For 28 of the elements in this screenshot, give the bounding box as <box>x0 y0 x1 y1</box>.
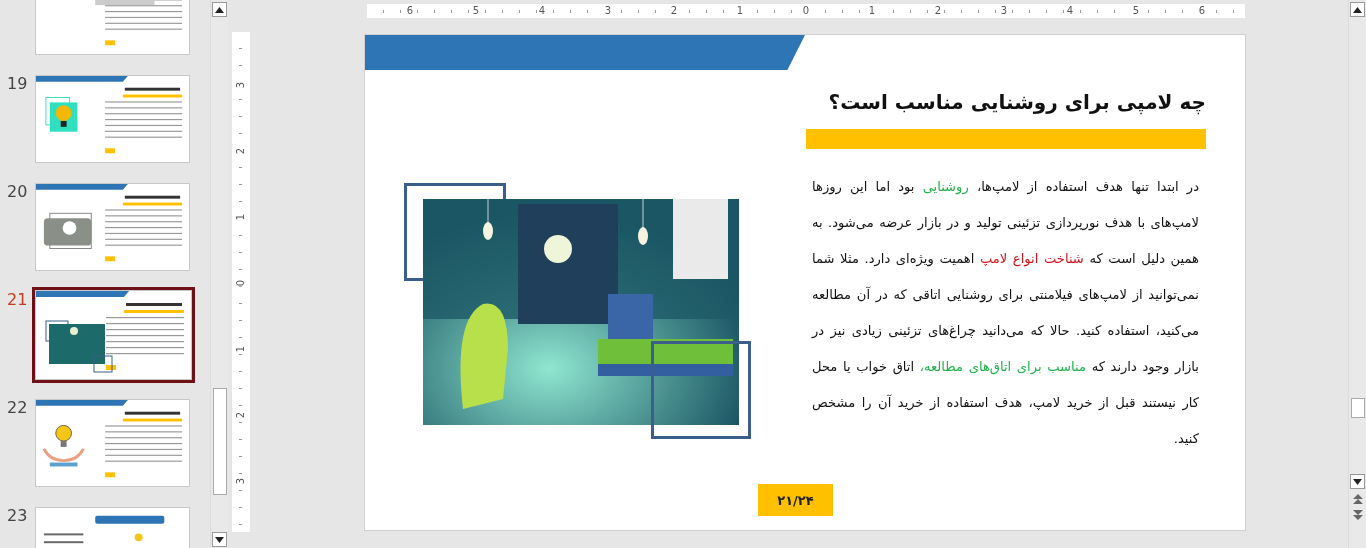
next-slide-icon[interactable] <box>1351 509 1364 521</box>
ruler-label: 2 <box>236 411 246 419</box>
ruler-label: 1 <box>236 345 246 353</box>
slide-number: 23 <box>7 506 28 525</box>
scrollbar-thumb[interactable] <box>213 388 227 495</box>
ruler-label: 1 <box>236 213 246 221</box>
ruler-label: 2 <box>236 147 246 155</box>
scroll-up-button[interactable] <box>1350 2 1365 17</box>
scroll-down-button[interactable] <box>1350 474 1365 489</box>
ruler-label: 3 <box>236 81 246 89</box>
page-number: ۲۱/۲۴ <box>758 484 833 516</box>
ruler-label: 0 <box>236 279 246 287</box>
scroll-up-icon <box>215 6 224 13</box>
scroll-down-button[interactable] <box>212 532 227 547</box>
slide-number: 20 <box>7 182 28 201</box>
slide-number: 21 <box>7 290 28 309</box>
body-paragraph: در ابتدا تنها هدف استفاده از لامپ‌ها، روشنایی بود اما این روزها لامپ‌های با هدف نورپردازی تزئینی تولید و در بازار عرضه می‌شود. به همین دلیل است که شناخت انواع لامپ اهمیت ویژه‌ای دارد. مثلا شما نمی‌توانید از لامپ‌های فیلامنتی برای روشنایی اتاقی که در آن مطالعه می‌کنید، استفاده کنید. حالا که می‌دانید چراغ‌های تزئینی زیادی نیز در بازار وجود دارند که مناسب برای اتاق‌های مطالعه، اتاق خواب یا محل کار نیستند قبل از خرید لامپ، هدف استفاده از خرید آن را مشخص کنید. <box>810 178 1200 448</box>
previous-slide-icon[interactable] <box>1351 493 1364 505</box>
slide-thumbnail[interactable] <box>32 287 195 383</box>
scroll-up-button[interactable] <box>212 2 227 17</box>
scrollbar-thumb[interactable] <box>1351 398 1365 418</box>
slide-title: چه لامپی برای روشنایی مناسب است؟ <box>827 89 1206 117</box>
slide-number: 22 <box>7 398 28 417</box>
ruler-label: 3 <box>236 477 246 485</box>
slide-number: 19 <box>7 74 28 93</box>
scroll-down-icon <box>1353 478 1362 485</box>
scroll-down-icon <box>215 536 224 543</box>
scroll-up-icon <box>1353 6 1362 13</box>
